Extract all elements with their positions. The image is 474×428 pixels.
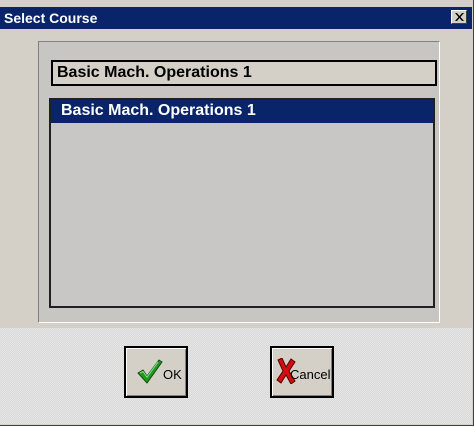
ok-label: OK <box>163 367 182 382</box>
selected-course-text: Basic Mach. Operations 1 <box>57 64 252 81</box>
green-checkmark-icon <box>137 359 163 384</box>
list-item-label: Basic Mach. Operations 1 <box>61 102 256 119</box>
cancel-label: Cancel <box>290 367 331 382</box>
course-listbox[interactable]: Basic Mach. Operations 1 <box>49 98 435 308</box>
select-course-dialog: Select Course Basic Mach. Operations 1 B… <box>0 0 474 426</box>
window-title: Select Course <box>4 10 98 26</box>
course-panel: Basic Mach. Operations 1 Basic Mach. Ope… <box>38 41 440 323</box>
close-icon <box>455 13 464 21</box>
close-button[interactable] <box>451 10 467 24</box>
title-bar: Select Course <box>0 7 472 29</box>
button-bar: OK Cancel <box>0 328 472 424</box>
selected-course-field: Basic Mach. Operations 1 <box>51 60 437 86</box>
ok-button[interactable]: OK <box>124 346 188 398</box>
cancel-button[interactable]: Cancel <box>270 346 334 398</box>
list-item[interactable]: Basic Mach. Operations 1 <box>51 100 433 123</box>
